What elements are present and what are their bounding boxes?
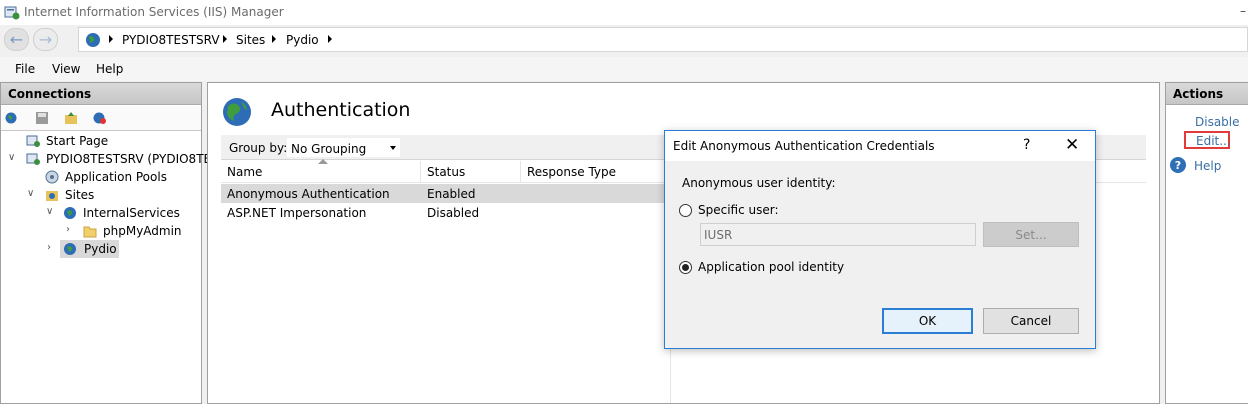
- address-bar: ← → PYDIO8TESTSRV Sites Pydio: [0, 25, 1248, 56]
- tree-label-server: PYDIO8TESTSRV (PYDIO8TEST: [46, 152, 227, 166]
- application-pool-identity-label[interactable]: Application pool identity: [698, 260, 844, 274]
- folder-icon: [83, 226, 97, 238]
- up-folder-icon[interactable]: [64, 111, 78, 125]
- tree-item-pydio[interactable]: › Pydio: [1, 240, 201, 258]
- forward-arrow-icon: →: [38, 30, 53, 49]
- edit-anonymous-credentials-dialog: Edit Anonymous Authentication Credential…: [664, 130, 1096, 349]
- tree-label-internal-services: InternalServices: [83, 206, 180, 220]
- tree-item-application-pools[interactable]: Application Pools: [1, 168, 201, 186]
- tree-label-start-page: Start Page: [46, 134, 109, 148]
- tree-label-sites: Sites: [65, 188, 95, 202]
- help-icon[interactable]: ?: [1170, 157, 1186, 173]
- chevron-down-icon[interactable]: ∨: [8, 152, 15, 163]
- specific-user-label[interactable]: Specific user:: [698, 203, 779, 217]
- actions-pane: Actions Disable Edit... ? Help: [1165, 82, 1248, 404]
- cell-name: ASP.NET Impersonation: [227, 206, 367, 220]
- back-button[interactable]: ←: [4, 28, 29, 51]
- chevron-down-icon[interactable]: ∨: [27, 188, 34, 199]
- tree-item-phpmyadmin[interactable]: › phpMyAdmin: [1, 222, 201, 240]
- breadcrumb-server[interactable]: PYDIO8TESTSRV: [122, 33, 220, 47]
- application-pools-icon: [45, 170, 59, 184]
- actions-header: Actions: [1166, 83, 1248, 105]
- help-link[interactable]: Help: [1194, 159, 1221, 173]
- breadcrumb-pydio[interactable]: Pydio: [286, 33, 319, 47]
- cell-status: Enabled: [427, 187, 476, 201]
- authentication-globe-icon: [223, 98, 251, 126]
- dialog-title: Edit Anonymous Authentication Credential…: [673, 139, 935, 153]
- breadcrumb-separator-icon: [272, 35, 276, 43]
- chevron-right-icon[interactable]: ›: [47, 242, 51, 253]
- dialog-help-button[interactable]: ?: [1023, 137, 1030, 153]
- column-header-status[interactable]: Status: [427, 165, 465, 183]
- table-row[interactable]: Anonymous Authentication Enabled: [221, 184, 670, 203]
- connect-globe-icon[interactable]: [5, 111, 19, 125]
- identity-section-label: Anonymous user identity:: [682, 176, 836, 190]
- group-by-value: No Grouping: [291, 142, 367, 156]
- breadcrumb-sites[interactable]: Sites: [236, 33, 265, 47]
- tree-item-internal-services[interactable]: ∨ InternalServices: [1, 204, 201, 222]
- breadcrumb[interactable]: PYDIO8TESTSRV Sites Pydio: [78, 27, 1248, 52]
- back-arrow-icon: ←: [9, 30, 24, 49]
- dropdown-arrow-icon: [390, 146, 396, 150]
- sort-ascending-icon: [318, 159, 328, 164]
- save-icon[interactable]: [35, 111, 49, 125]
- start-page-icon: [26, 135, 40, 147]
- cancel-button[interactable]: Cancel: [983, 308, 1079, 334]
- site-globe-icon: [64, 207, 76, 219]
- window-title-bar: Internet Information Services (IIS) Mana…: [0, 0, 1248, 25]
- breadcrumb-separator-icon: [109, 35, 113, 43]
- page-title: Authentication: [271, 99, 411, 121]
- forward-button[interactable]: →: [33, 28, 58, 51]
- column-header-name[interactable]: Name: [227, 165, 262, 183]
- breadcrumb-separator-icon: [328, 35, 332, 43]
- column-divider[interactable]: [520, 161, 521, 183]
- tree-label-phpmyadmin: phpMyAdmin: [103, 224, 182, 238]
- sites-folder-icon: [46, 191, 58, 201]
- connections-tree: Start Page ∨ PYDIO8TESTSRV (PYDIO8TEST A…: [1, 132, 226, 258]
- tree-label-application-pools: Application Pools: [65, 170, 167, 184]
- menu-view[interactable]: View: [52, 62, 80, 76]
- tree-label-pydio: Pydio: [84, 242, 117, 256]
- connections-header: Connections: [1, 83, 201, 105]
- disable-link[interactable]: Disable: [1195, 115, 1240, 129]
- site-globe-icon: [64, 243, 76, 255]
- cell-status: Disabled: [427, 206, 480, 220]
- close-icon[interactable]: ✕: [1065, 135, 1079, 155]
- menu-bar: File View Help: [0, 57, 1248, 81]
- breadcrumb-separator-icon: [223, 35, 227, 43]
- tree-item-sites[interactable]: ∨ Sites: [1, 186, 201, 204]
- connections-toolbar: [1, 106, 201, 131]
- menu-help[interactable]: Help: [96, 62, 123, 76]
- tree-item-server[interactable]: ∨ PYDIO8TESTSRV (PYDIO8TEST: [1, 150, 226, 168]
- application-pool-identity-radio[interactable]: [679, 261, 692, 274]
- connections-pane: Connections Start Page ∨ PYDIO8TESTSRV (…: [0, 82, 226, 404]
- chevron-down-icon[interactable]: ∨: [46, 206, 53, 217]
- window-title: Internet Information Services (IIS) Mana…: [24, 5, 284, 19]
- iis-app-icon: [4, 6, 20, 20]
- tree-item-start-page[interactable]: Start Page: [1, 132, 201, 150]
- server-icon: [26, 153, 40, 165]
- column-header-response-type[interactable]: Response Type: [527, 165, 616, 183]
- minimize-button[interactable]: –: [1240, 4, 1248, 18]
- set-button: Set...: [983, 222, 1079, 247]
- specific-user-radio[interactable]: [679, 204, 692, 217]
- group-by-label: Group by:: [229, 141, 288, 155]
- ok-button[interactable]: OK: [882, 308, 973, 334]
- menu-file[interactable]: File: [15, 62, 35, 76]
- chevron-right-icon[interactable]: ›: [66, 224, 70, 235]
- cell-name: Anonymous Authentication: [227, 187, 390, 201]
- column-divider[interactable]: [420, 161, 421, 183]
- specific-user-value: IUSR: [704, 228, 733, 242]
- globe-icon: [86, 33, 100, 47]
- disconnect-icon[interactable]: [93, 111, 107, 125]
- edit-link[interactable]: Edit...: [1196, 134, 1231, 148]
- dialog-title-bar: Edit Anonymous Authentication Credential…: [665, 131, 1095, 161]
- specific-user-field: IUSR: [700, 223, 976, 246]
- group-by-dropdown[interactable]: No Grouping: [286, 137, 401, 158]
